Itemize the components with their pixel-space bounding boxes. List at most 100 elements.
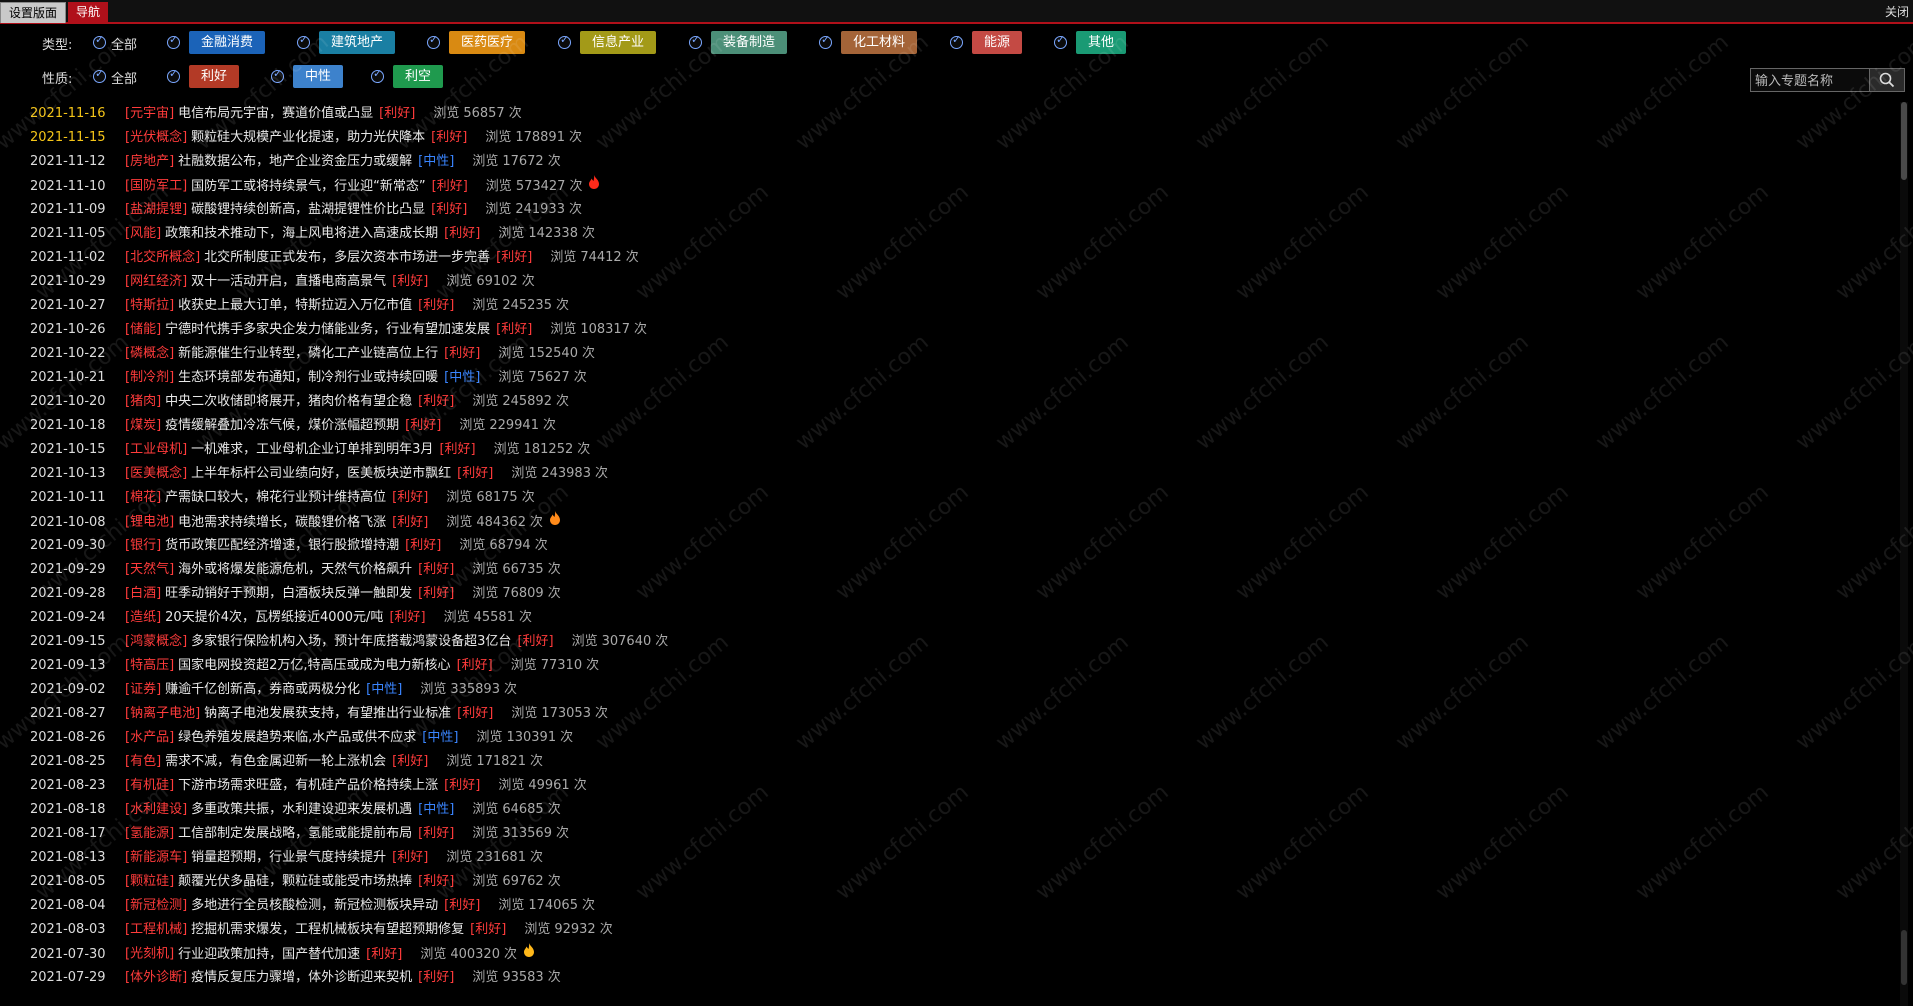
topic-title[interactable]: 销量超预期，行业景气度持续提升 xyxy=(191,850,386,865)
topic-category[interactable]: [猪肉] xyxy=(125,394,161,409)
topic-title[interactable]: 新能源催生行业转型，磷化工产业链高位上行 xyxy=(178,346,438,361)
type-0-checkbox[interactable] xyxy=(167,33,180,49)
topic-category[interactable]: [锂电池] xyxy=(125,515,174,530)
type-all-label[interactable]: 全部 xyxy=(111,34,137,53)
topic-title[interactable]: 多家银行保险机构入场，预计年底搭载鸿蒙设备超3亿台 xyxy=(191,634,511,649)
topic-row[interactable]: 2021-08-25 [有色] 需求不减，有色金属迎新一轮上涨机会 [利好] 浏览 171… xyxy=(0,750,1895,774)
topic-title[interactable]: 行业迎政策加持，国产替代加速 xyxy=(178,947,360,962)
topic-category[interactable]: [制冷剂] xyxy=(125,370,174,385)
topic-category[interactable]: [风能] xyxy=(125,226,161,241)
nature-filter-tag[interactable]: 利空 xyxy=(393,65,444,88)
type-2-checkbox[interactable] xyxy=(427,33,440,49)
topic-category[interactable]: [储能] xyxy=(125,322,161,337)
topic-row[interactable]: 2021-10-18 [煤炭] 疫情缓解叠加冷冻气候，煤价涨幅超预期 [利好] 浏览 22… xyxy=(0,414,1895,438)
topic-row[interactable]: 2021-11-05 [风能] 政策和技术推动下，海上风电将进入高速成长期 [利好] 浏… xyxy=(0,222,1895,246)
topic-category[interactable]: [体外诊断] xyxy=(125,970,187,985)
topic-title[interactable]: 颗粒硅大规模产业化提速，助力光伏降本 xyxy=(191,130,425,145)
topic-row[interactable]: 2021-10-27 [特斯拉] 收获史上最大订单，特斯拉迈入万亿市值 [利好] 浏览 2… xyxy=(0,294,1895,318)
topic-title[interactable]: 电信布局元宇宙，赛道价值或凸显 xyxy=(178,106,373,121)
tab-settings-layout[interactable]: 设置版面 xyxy=(0,2,67,23)
topic-row[interactable]: 2021-08-26 [水产品] 绿色养殖发展趋势来临,水产品或供不应求 [中性] 浏览… xyxy=(0,726,1895,750)
nature-all-label[interactable]: 全部 xyxy=(111,68,137,87)
topic-row[interactable]: 2021-10-11 [棉花] 产需缺口较大，棉花行业预计维持高位 [利好] 浏览 681… xyxy=(0,486,1895,510)
topic-row[interactable]: 2021-09-15 [鸿蒙概念] 多家银行保险机构入场，预计年底搭载鸿蒙设备超3亿… xyxy=(0,630,1895,654)
topic-row[interactable]: 2021-09-02 [证券] 赚逾千亿创新高，券商或两极分化 [中性] 浏览 33589… xyxy=(0,678,1895,702)
type-filter-tag[interactable]: 化工材料 xyxy=(841,31,918,54)
topic-category[interactable]: [棉花] xyxy=(125,490,161,505)
topic-category[interactable]: [盐湖提锂] xyxy=(125,202,187,217)
topic-title[interactable]: 北交所制度正式发布，多层次资本市场进一步完善 xyxy=(204,250,490,265)
topic-row[interactable]: 2021-08-17 [氢能源] 工信部制定发展战略，氢能或能提前布局 [利好] 浏览 3… xyxy=(0,822,1895,846)
topic-row[interactable]: 2021-07-29 [体外诊断] 疫情反复压力骤增，体外诊断迎来契机 [利好] 浏览 9… xyxy=(0,966,1895,990)
topic-title[interactable]: 产需缺口较大，棉花行业预计维持高位 xyxy=(165,490,386,505)
topic-category[interactable]: [钠离子电池] xyxy=(125,706,200,721)
topic-row[interactable]: 2021-09-13 [特高压] 国家电网投资超2万亿,特高压或成为电力新核心 [利好… xyxy=(0,654,1895,678)
nature-all-checkbox[interactable] xyxy=(93,67,106,83)
topic-category[interactable]: [特斯拉] xyxy=(125,298,174,313)
type-1-checkbox[interactable] xyxy=(297,33,310,49)
topic-category[interactable]: [工程机械] xyxy=(125,922,187,937)
topic-row[interactable]: 2021-09-24 [造纸] 20天提价4次，瓦楞纸接近4000元/吨 [利好] 浏览… xyxy=(0,606,1895,630)
topic-category[interactable]: [有色] xyxy=(125,754,161,769)
type-filter-tag[interactable]: 建筑地产 xyxy=(319,31,396,54)
type-filter-tag[interactable]: 信息产业 xyxy=(580,31,657,54)
topic-title[interactable]: 一机难求，工业母机企业订单排到明年3月 xyxy=(191,442,433,457)
topic-category[interactable]: [网红经济] xyxy=(125,274,187,289)
topic-title[interactable]: 多重政策共振，水利建设迎来发展机遇 xyxy=(191,802,412,817)
type-filter-tag[interactable]: 能源 xyxy=(972,31,1023,54)
topic-category[interactable]: [白酒] xyxy=(125,586,161,601)
topic-row[interactable]: 2021-08-27 [钠离子电池] 钠离子电池发展获支持，有望推出行业标准 [利好]… xyxy=(0,702,1895,726)
topic-title[interactable]: 收获史上最大订单，特斯拉迈入万亿市值 xyxy=(178,298,412,313)
topic-title[interactable]: 社融数据公布，地产企业资金压力或缓解 xyxy=(178,154,412,169)
topic-row[interactable]: 2021-10-22 [磷概念] 新能源催生行业转型，磷化工产业链高位上行 [利好] 浏… xyxy=(0,342,1895,366)
type-filter-tag[interactable]: 装备制造 xyxy=(711,31,788,54)
topic-title[interactable]: 挖掘机需求爆发，工程机械板块有望超预期修复 xyxy=(191,922,464,937)
topic-category[interactable]: [医美概念] xyxy=(125,466,187,481)
topic-search-input[interactable] xyxy=(1753,69,1873,93)
topic-category[interactable]: [天然气] xyxy=(125,562,174,577)
topic-title[interactable]: 电池需求持续增长，碳酸锂价格飞涨 xyxy=(178,515,386,530)
topic-category[interactable]: [氢能源] xyxy=(125,826,174,841)
topic-title[interactable]: 货币政策匹配经济增速，银行股掀增持潮 xyxy=(165,538,399,553)
topic-row[interactable]: 2021-08-23 [有机硅] 下游市场需求旺盛，有机硅产品价格持续上涨 [利好] 浏… xyxy=(0,774,1895,798)
topic-title[interactable]: 多地进行全员核酸检测，新冠检测板块异动 xyxy=(191,898,438,913)
type-filter-tag[interactable]: 其他 xyxy=(1076,31,1127,54)
topic-row[interactable]: 2021-11-02 [北交所概念] 北交所制度正式发布，多层次资本市场进一步完善 [… xyxy=(0,246,1895,270)
topic-category[interactable]: [颗粒硅] xyxy=(125,874,174,889)
topic-category[interactable]: [煤炭] xyxy=(125,418,161,433)
topic-category[interactable]: [鸿蒙概念] xyxy=(125,634,187,649)
topic-title[interactable]: 20天提价4次，瓦楞纸接近4000元/吨 xyxy=(165,610,383,625)
topic-category[interactable]: [银行] xyxy=(125,538,161,553)
topic-row[interactable]: 2021-10-15 [工业母机] 一机难求，工业母机企业订单排到明年3月 [利好] 浏… xyxy=(0,438,1895,462)
topic-title[interactable]: 疫情反复压力骤增，体外诊断迎来契机 xyxy=(191,970,412,985)
nature-2-checkbox[interactable] xyxy=(371,67,384,83)
topic-title[interactable]: 生态环境部发布通知，制冷剂行业或持续回暖 xyxy=(178,370,438,385)
type-all-checkbox[interactable] xyxy=(93,33,106,49)
topic-title[interactable]: 上半年标杆公司业绩向好，医美板块逆市飘红 xyxy=(191,466,451,481)
type-3-checkbox[interactable] xyxy=(558,33,571,49)
nature-1-checkbox[interactable] xyxy=(271,67,284,83)
type-4-checkbox[interactable] xyxy=(689,33,702,49)
topic-title[interactable]: 碳酸锂持续创新高，盐湖提锂性价比凸显 xyxy=(191,202,425,217)
type-6-checkbox[interactable] xyxy=(950,33,963,49)
topic-row[interactable]: 2021-11-09 [盐湖提锂] 碳酸锂持续创新高，盐湖提锂性价比凸显 [利好] 浏览… xyxy=(0,198,1895,222)
topic-title[interactable]: 绿色养殖发展趋势来临,水产品或供不应求 xyxy=(178,730,416,745)
topic-row[interactable]: 2021-11-16 [元宇宙] 电信布局元宇宙，赛道价值或凸显 [利好] 浏览 5685… xyxy=(0,102,1895,126)
topic-row[interactable]: 2021-08-18 [水利建设] 多重政策共振，水利建设迎来发展机遇 [中性] 浏览 6… xyxy=(0,798,1895,822)
topic-category[interactable]: [磷概念] xyxy=(125,346,174,361)
topic-category[interactable]: [元宇宙] xyxy=(125,106,174,121)
topic-row[interactable]: 2021-08-03 [工程机械] 挖掘机需求爆发，工程机械板块有望超预期修复 [利好… xyxy=(0,918,1895,942)
topic-category[interactable]: [造纸] xyxy=(125,610,161,625)
topic-row[interactable]: 2021-07-30 [光刻机] 行业迎政策加持，国产替代加速 [利好] 浏览 40032… xyxy=(0,942,1895,966)
topic-category[interactable]: [有机硅] xyxy=(125,778,174,793)
topic-title[interactable]: 中央二次收储即将展开，猪肉价格有望企稳 xyxy=(165,394,412,409)
topic-title[interactable]: 宁德时代携手多家央企发力储能业务，行业有望加速发展 xyxy=(165,322,490,337)
scrollbar-lower-thumb[interactable] xyxy=(1901,930,1907,985)
nature-0-checkbox[interactable] xyxy=(167,67,180,83)
topic-category[interactable]: [国防军工] xyxy=(125,179,187,194)
topic-title[interactable]: 双十一活动开启，直播电商高景气 xyxy=(191,274,386,289)
search-button[interactable] xyxy=(1869,69,1904,91)
nature-filter-tag[interactable]: 中性 xyxy=(293,65,344,88)
topic-row[interactable]: 2021-11-15 [光伏概念] 颗粒硅大规模产业化提速，助力光伏降本 [利好] 浏览… xyxy=(0,126,1895,150)
topic-category[interactable]: [特高压] xyxy=(125,658,174,673)
